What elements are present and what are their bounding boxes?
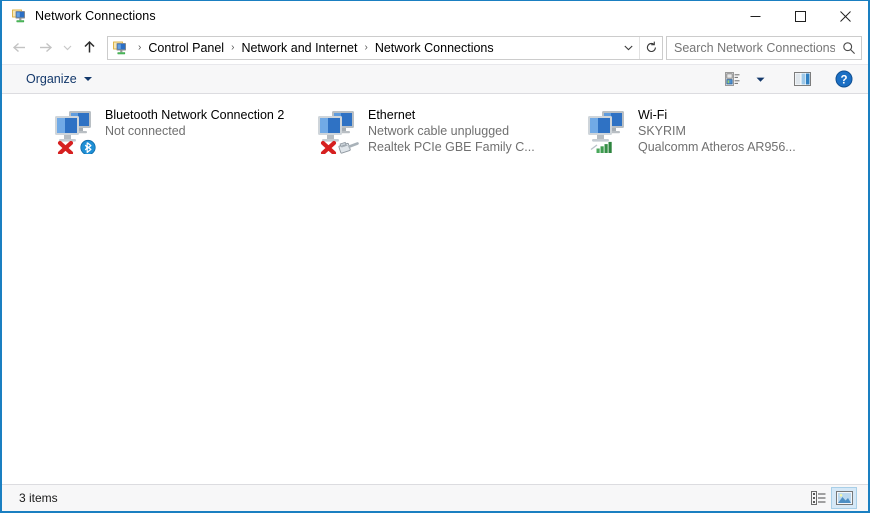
- breadcrumb: › Control Panel › Network and Internet ›…: [132, 41, 617, 55]
- address-bar[interactable]: › Control Panel › Network and Internet ›…: [107, 35, 663, 60]
- list-item[interactable]: Bluetooth Network Connection 2 Not conne…: [49, 104, 299, 166]
- breadcrumb-separator-1[interactable]: ›: [225, 42, 240, 53]
- help-icon[interactable]: ?: [830, 67, 858, 91]
- title-bar: Network Connections: [2, 1, 868, 31]
- address-network-connections-icon: [112, 40, 128, 56]
- connection-adapter: Realtek PCIe GBE Family C...: [368, 140, 535, 154]
- search-box[interactable]: [666, 35, 862, 60]
- list-item-text: Ethernet Network cable unplugged Realtek…: [368, 104, 535, 155]
- list-item-text: Bluetooth Network Connection 2 Not conne…: [105, 104, 284, 139]
- back-button[interactable]: [6, 35, 32, 61]
- close-button[interactable]: [823, 1, 868, 31]
- connection-name: Bluetooth Network Connection 2: [105, 108, 285, 122]
- tiles-container: Bluetooth Network Connection 2 Not conne…: [2, 102, 868, 166]
- view-options-dropdown-icon[interactable]: [746, 67, 774, 91]
- svg-text:?: ?: [840, 74, 847, 86]
- connection-name: Ethernet: [368, 108, 416, 122]
- organize-button[interactable]: Organize: [18, 68, 100, 90]
- preview-pane-icon[interactable]: [788, 67, 816, 91]
- search-icon[interactable]: [837, 37, 861, 59]
- breadcrumb-item-network-connections[interactable]: Network Connections: [374, 41, 495, 55]
- connection-status: SKYRIM: [638, 124, 686, 138]
- minimize-button[interactable]: [733, 1, 778, 31]
- breadcrumb-separator-0: ›: [138, 42, 142, 53]
- connection-name: Wi-Fi: [638, 108, 668, 122]
- connection-adapter: Qualcomm Atheros AR956...: [638, 140, 796, 154]
- recent-locations-button[interactable]: [58, 35, 76, 61]
- network-adapter-icon: [49, 106, 99, 154]
- up-button[interactable]: [76, 35, 102, 61]
- explorer-window: Network Connections › Control Panel › Ne…: [0, 0, 870, 513]
- list-item-text: Wi-Fi SKYRIM Qualcomm Atheros AR956...: [638, 104, 796, 155]
- connection-status: Not connected: [105, 124, 186, 138]
- window-controls: [733, 1, 868, 31]
- view-options-icon[interactable]: [718, 67, 746, 91]
- breadcrumb-item-control-panel[interactable]: Control Panel: [147, 41, 225, 55]
- window-title: Network Connections: [35, 9, 156, 23]
- command-toolbar: Organize ?: [2, 64, 868, 94]
- connections-list[interactable]: Bluetooth Network Connection 2 Not conne…: [2, 94, 868, 484]
- breadcrumb-separator-2[interactable]: ›: [358, 42, 373, 53]
- connection-status: Network cable unplugged: [368, 124, 510, 138]
- breadcrumb-item-network-and-internet[interactable]: Network and Internet: [240, 41, 358, 55]
- forward-button[interactable]: [32, 35, 58, 61]
- item-count-label: 3 items: [19, 491, 58, 505]
- large-icons-view-button[interactable]: [831, 487, 857, 509]
- chevron-down-icon[interactable]: [617, 37, 639, 59]
- chevron-down-icon: [83, 77, 92, 81]
- list-item[interactable]: Ethernet Network cable unplugged Realtek…: [312, 104, 562, 166]
- list-item[interactable]: Wi-Fi SKYRIM Qualcomm Atheros AR956...: [582, 104, 832, 166]
- details-view-button[interactable]: [805, 487, 831, 509]
- search-input[interactable]: [667, 39, 837, 56]
- network-connections-icon: [11, 8, 27, 24]
- navigation-bar: › Control Panel › Network and Internet ›…: [2, 31, 868, 64]
- network-adapter-icon: [582, 106, 632, 154]
- organize-label: Organize: [26, 72, 77, 86]
- maximize-button[interactable]: [778, 1, 823, 31]
- refresh-icon[interactable]: [639, 36, 662, 59]
- status-bar: 3 items: [2, 484, 868, 511]
- network-adapter-icon: [312, 106, 362, 154]
